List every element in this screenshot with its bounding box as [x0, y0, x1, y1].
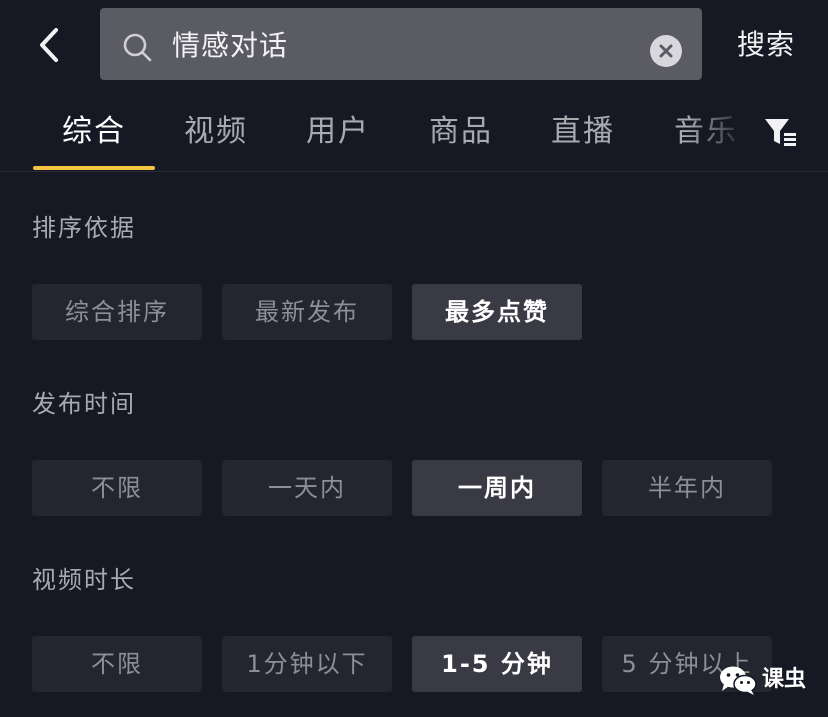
- search-input[interactable]: [172, 20, 632, 68]
- close-circle-icon[interactable]: [650, 35, 682, 67]
- result-tabs: 综合 视频 用户 商品 直播 音乐: [0, 96, 828, 172]
- sort-option-comprehensive[interactable]: 综合排序: [32, 284, 202, 340]
- publish-time-option-one-day[interactable]: 一天内: [222, 460, 392, 516]
- tab-user[interactable]: 用户: [306, 112, 370, 152]
- tab-product[interactable]: 商品: [429, 112, 493, 152]
- duration-section-title: 视频时长: [32, 566, 136, 594]
- filter-icon[interactable]: [762, 114, 798, 150]
- sort-section-title: 排序依据: [32, 214, 136, 242]
- watermark: 课虫: [718, 660, 818, 700]
- publish-time-option-one-week[interactable]: 一周内: [412, 460, 582, 516]
- search-button[interactable]: 搜索: [720, 24, 812, 66]
- tab-comprehensive[interactable]: 综合: [62, 112, 126, 152]
- tab-music[interactable]: 音乐: [674, 112, 740, 152]
- search-box[interactable]: [100, 8, 702, 80]
- publish-time-option-half-year[interactable]: 半年内: [602, 460, 772, 516]
- wechat-logo-icon: [720, 666, 757, 695]
- search-results-page: 搜索 综合 视频 用户 商品 直播 音乐 排序依据 综合排序 最新发布 最多点赞…: [0, 0, 828, 717]
- chevron-left-icon: [40, 28, 58, 62]
- sort-option-most-liked[interactable]: 最多点赞: [412, 284, 582, 340]
- duration-option-1-to-5-min[interactable]: 1-5 分钟: [412, 636, 582, 692]
- active-tab-indicator: [33, 166, 155, 170]
- duration-option-unlimited[interactable]: 不限: [32, 636, 202, 692]
- duration-option-under-1-min[interactable]: 1分钟以下: [222, 636, 392, 692]
- search-icon: [123, 33, 152, 62]
- tab-live[interactable]: 直播: [551, 112, 615, 152]
- sort-option-latest[interactable]: 最新发布: [222, 284, 392, 340]
- watermark-text: 课虫: [762, 667, 807, 692]
- publish-time-section-title: 发布时间: [32, 390, 136, 418]
- tab-video[interactable]: 视频: [184, 112, 248, 152]
- publish-time-option-unlimited[interactable]: 不限: [32, 460, 202, 516]
- back-button[interactable]: [32, 24, 68, 66]
